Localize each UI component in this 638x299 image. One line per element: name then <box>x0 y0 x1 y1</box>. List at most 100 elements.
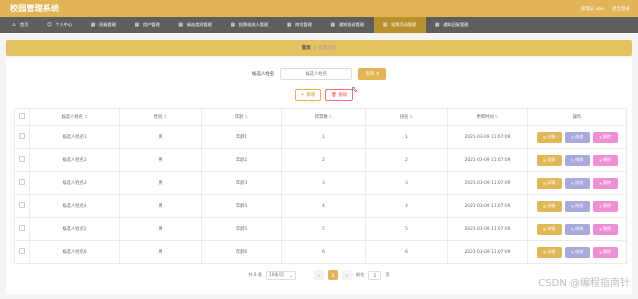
nav-item-1[interactable]: ☺ 个人中心 <box>38 17 82 33</box>
column-header-0[interactable]: 候选人姓名⇅ <box>29 108 120 126</box>
detail-button[interactable]: ☰ 详情 <box>536 200 562 212</box>
search-button[interactable]: 查询 ⚲ <box>358 68 387 80</box>
sort-icon[interactable]: ⇅ <box>84 115 88 120</box>
cell-age: 年龄6 <box>201 240 282 264</box>
current-user-label: 管理员 abo <box>580 6 604 12</box>
column-header-2[interactable]: 年龄⇅ <box>201 108 282 126</box>
cell-rank: 3 <box>365 171 448 195</box>
nav-item-6[interactable]: ▦ 岗位管理 <box>278 17 322 33</box>
cell-age: 年龄4 <box>201 194 282 218</box>
nav-item-7[interactable]: ▦ 通知投诉管理 <box>322 17 374 33</box>
trash-icon: ✕ <box>598 249 603 255</box>
trash-icon: ✕ <box>598 180 603 186</box>
chevron-down-icon: ⌄ <box>289 272 294 278</box>
breadcrumb-current: 投票活动 <box>318 46 337 51</box>
cell-name: 候选人姓名1 <box>29 125 120 149</box>
batch-delete-button[interactable]: 🗑 删除 <box>325 89 354 101</box>
cell-rank: 5 <box>365 217 448 241</box>
search-bar: 候选人姓名 查询 ⚲ <box>6 68 632 80</box>
next-page-button[interactable]: > <box>342 270 353 280</box>
detail-button[interactable]: ☰ 详情 <box>536 154 562 166</box>
sort-icon[interactable]: ⇅ <box>329 115 333 120</box>
pencil-icon: ✎ <box>570 180 575 186</box>
sort-icon[interactable]: ⇅ <box>409 115 413 120</box>
delete-button[interactable]: ✕ 删除 <box>592 154 618 166</box>
nav-item-2[interactable]: ▦ 班级管理 <box>82 17 126 33</box>
select-all-checkbox[interactable] <box>14 108 30 126</box>
delete-button[interactable]: ✕ 删除 <box>592 177 618 189</box>
cell-updated: 2021-03-09 11:07:09 <box>447 148 528 172</box>
prev-page-button[interactable]: < <box>314 270 325 280</box>
search-input[interactable] <box>280 68 353 80</box>
detail-button[interactable]: ☰ 详情 <box>536 177 562 189</box>
file-icon: ☰ <box>542 226 547 232</box>
cell-updated: 2021-03-09 11:07:09 <box>447 240 528 264</box>
cell-name: 候选人姓名3 <box>29 171 120 195</box>
grid-icon: ▦ <box>178 22 184 28</box>
sort-icon[interactable]: ⇅ <box>495 115 499 120</box>
cell-ops: ☰ 详情 ✎ 修改 ✕ 删除 <box>527 194 627 218</box>
row-checkbox[interactable] <box>14 240 30 264</box>
delete-button[interactable]: ✕ 删除 <box>592 246 618 258</box>
nav-item-0[interactable]: ⌂ 首页 <box>3 17 38 33</box>
row-checkbox[interactable] <box>14 148 30 172</box>
delete-button[interactable]: ✕ 删除 <box>592 131 618 143</box>
search-icon: ⚲ <box>375 71 380 77</box>
nav-item-label: 首页 <box>20 22 29 27</box>
column-header-3[interactable]: 得票数⇅ <box>281 108 366 126</box>
edit-button[interactable]: ✎ 修改 <box>564 154 590 166</box>
cell-age: 年龄2 <box>201 148 282 172</box>
watermark: CSDN @编程指南针 <box>538 278 630 289</box>
edit-button[interactable]: ✎ 修改 <box>564 200 590 212</box>
table-row: 候选人姓名1 男年龄1 1 1 2021-03-09 11:07:09 ☰ 详情 ✎ 修改 ✕ 删除 <box>14 125 627 149</box>
row-checkbox[interactable] <box>14 125 30 149</box>
main-nav: ⌂ 首页 ☺ 个人中心 ▦ 班级管理 ▦ 用户管理 ▦ 候选类别管理 ▦ 投票候选人管理 ▦ 岗位管理 ▦ 通… <box>0 17 638 33</box>
cell-updated: 2021-03-09 11:07:09 <box>447 217 528 241</box>
nav-item-label: 个人中心 <box>55 22 73 27</box>
file-icon: ☰ <box>542 134 547 140</box>
table-row: 候选人姓名4 男年龄4 4 4 2021-03-09 11:07:09 ☰ 详情 ✎ 修改 ✕ 删除 <box>14 194 627 218</box>
nav-item-5[interactable]: ▦ 投票候选人管理 <box>222 17 278 33</box>
column-header-1[interactable]: 性别⇅ <box>119 108 202 126</box>
logout-link[interactable]: 退出登录 <box>612 6 630 12</box>
cell-gender: 男 <box>119 125 202 149</box>
plus-icon: + <box>300 92 305 98</box>
column-header-4[interactable]: 排名⇅ <box>365 108 448 126</box>
sort-icon[interactable]: ⇅ <box>244 115 248 120</box>
delete-button[interactable]: ✕ 删除 <box>592 200 618 212</box>
table-row: 候选人姓名2 男年龄2 2 2 2021-03-09 11:07:09 ☰ 详情 ✎ 修改 ✕ 删除 <box>14 148 627 172</box>
grid-icon: ▦ <box>382 22 388 28</box>
column-header-5[interactable]: 更新时间⇅ <box>447 108 528 126</box>
goto-page-input[interactable]: 1 <box>368 270 382 280</box>
page-number-current[interactable]: 1 <box>328 270 339 280</box>
delete-button[interactable]: ✕ 删除 <box>592 223 618 235</box>
nav-item-4[interactable]: ▦ 候选类别管理 <box>170 17 222 33</box>
file-icon: ☰ <box>542 180 547 186</box>
edit-button[interactable]: ✎ 修改 <box>564 246 590 258</box>
nav-item-8[interactable]: ▦ 投票活动管理 <box>374 17 427 33</box>
nav-item-label: 候选类别管理 <box>186 22 212 27</box>
cell-ops: ☰ 详情 ✎ 修改 ✕ 删除 <box>527 171 627 195</box>
edit-button[interactable]: ✎ 修改 <box>564 223 590 235</box>
sort-icon[interactable]: ⇅ <box>163 115 167 120</box>
breadcrumb-home[interactable]: 首页 <box>302 45 311 51</box>
grid-icon: ▦ <box>90 22 96 28</box>
pencil-icon: ✎ <box>570 134 575 140</box>
detail-button[interactable]: ☰ 详情 <box>536 246 562 258</box>
nav-item-3[interactable]: ▦ 用户管理 <box>126 17 170 33</box>
row-checkbox[interactable] <box>14 217 30 241</box>
page-size-select[interactable]: 10条/页 ⌄ <box>266 270 297 280</box>
action-buttons: + 新增 🗑 删除 <box>6 89 632 101</box>
total-count: 共 6 条 <box>248 272 263 277</box>
row-checkbox[interactable] <box>14 171 30 195</box>
cell-votes: 4 <box>281 194 366 218</box>
cell-ops: ☰ 详情 ✎ 修改 ✕ 删除 <box>527 125 627 149</box>
nav-item-9[interactable]: ▦ 通知回复管理 <box>426 17 478 33</box>
edit-button[interactable]: ✎ 修改 <box>564 177 590 189</box>
trash-icon: ✕ <box>598 157 603 163</box>
add-button[interactable]: + 新增 <box>294 89 322 101</box>
detail-button[interactable]: ☰ 详情 <box>536 223 562 235</box>
row-checkbox[interactable] <box>14 194 30 218</box>
detail-button[interactable]: ☰ 详情 <box>536 131 562 143</box>
edit-button[interactable]: ✎ 修改 <box>564 131 590 143</box>
